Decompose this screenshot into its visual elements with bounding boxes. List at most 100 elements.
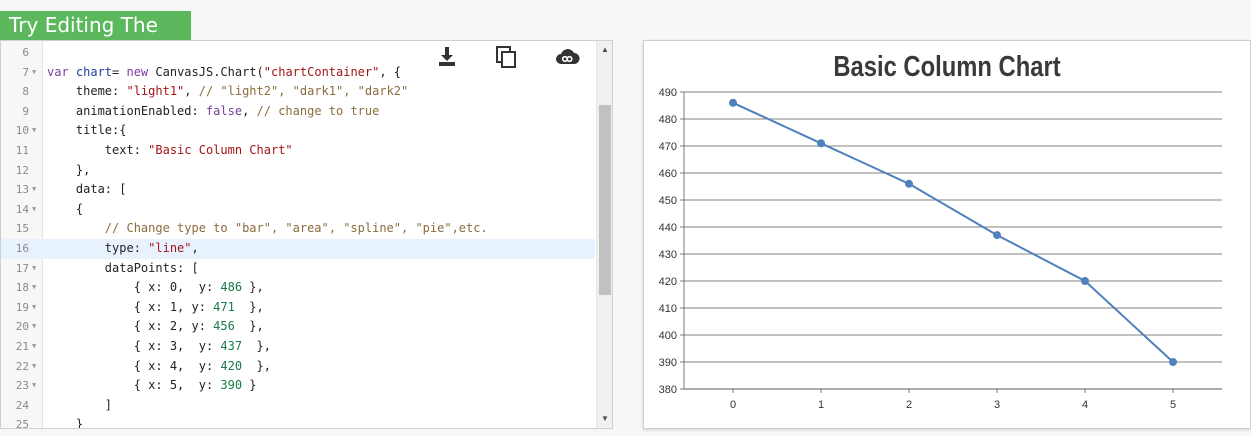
y-tick-label: 480	[659, 114, 677, 126]
code-text: { x: 5, y: 390 }	[47, 378, 257, 393]
code-line[interactable]: 17 ▼ dataPoints: [	[1, 259, 595, 279]
y-tick-label: 410	[659, 303, 677, 315]
fold-arrow-icon[interactable]: ▼	[32, 180, 36, 200]
x-tick-label: 4	[1082, 399, 1088, 411]
y-tick-label: 490	[659, 87, 677, 99]
code-line[interactable]: 19 ▼ { x: 1, y: 471 },	[1, 298, 595, 318]
code-line[interactable]: 18 ▼ { x: 0, y: 486 },	[1, 278, 595, 298]
code-line[interactable]: 16 type: "line",	[1, 239, 595, 259]
line-number: 12	[15, 163, 29, 177]
code-line[interactable]: 25 }	[1, 415, 595, 429]
fold-arrow-icon[interactable]: ▼	[32, 200, 36, 220]
editor-scrollbar[interactable]: ▲ ▼	[596, 41, 612, 428]
y-tick-label: 450	[659, 195, 677, 207]
code-line[interactable]: 23 ▼ { x: 5, y: 390 }	[1, 376, 595, 396]
code-text: data: [	[47, 182, 127, 197]
scroll-up-arrow-icon[interactable]: ▲	[600, 45, 610, 55]
fold-arrow-icon[interactable]: ▼	[32, 317, 36, 337]
line-number: 15	[15, 222, 29, 236]
line-number: 20	[15, 320, 29, 334]
line-number: 11	[15, 144, 29, 157]
y-tick-label: 380	[659, 384, 677, 396]
scroll-down-arrow-icon[interactable]: ▼	[600, 414, 610, 424]
data-point	[1081, 277, 1089, 285]
x-tick-label: 5	[1170, 399, 1176, 411]
fold-arrow-icon[interactable]: ▼	[32, 376, 36, 396]
data-point	[1169, 358, 1177, 366]
code-line[interactable]: 13 ▼ data: [	[1, 180, 595, 200]
line-chart: 380 390 400 410 420 430 440 450 460 470 480 490 0 1 2 3…	[659, 87, 1222, 411]
line-number: 7	[22, 65, 29, 79]
code-text: dataPoints: [	[47, 260, 199, 275]
fold-arrow-icon[interactable]: ▼	[32, 63, 36, 83]
code-text: // Change type to "bar", "area", "spline…	[47, 221, 488, 236]
line-number: 6	[22, 46, 29, 59]
code-text: var chart= new CanvasJS.Chart("chartCont…	[47, 64, 402, 79]
y-tick-label: 400	[659, 330, 677, 342]
code-line[interactable]: 12 },	[1, 161, 595, 181]
code-text: animationEnabled: false, // change to tr…	[47, 103, 380, 118]
code-line[interactable]: 20 ▼ { x: 2, y: 456 },	[1, 317, 595, 337]
fold-arrow-icon[interactable]: ▼	[32, 357, 36, 377]
line-number: 22	[15, 359, 29, 373]
code-line[interactable]: 22 ▼ { x: 4, y: 420 },	[1, 357, 595, 377]
y-tick-label: 440	[659, 222, 677, 234]
share-link-icon[interactable]	[554, 44, 580, 70]
code-text: },	[47, 162, 91, 177]
code-line[interactable]: 10 ▼ title:{	[1, 121, 595, 141]
line-number: 16	[15, 242, 29, 255]
y-tick-label: 460	[659, 168, 677, 180]
series-line	[732, 101, 1174, 363]
code-line[interactable]: 15 // Change type to "bar", "area", "spl…	[1, 219, 595, 239]
code-line[interactable]: 24 ]	[1, 396, 595, 416]
x-tick-label: 0	[730, 399, 736, 411]
code-editor[interactable]: 6 7 ▼ var chart= new CanvasJS.Chart("chartC…	[0, 40, 613, 429]
fold-arrow-icon[interactable]: ▼	[32, 121, 36, 141]
line-number: 14	[15, 202, 29, 216]
chart-title: Basic Column Chart	[833, 51, 1061, 83]
download-icon[interactable]	[434, 44, 460, 70]
line-number: 24	[15, 398, 29, 412]
fold-arrow-icon[interactable]: ▼	[32, 298, 36, 318]
code-text: { x: 3, y: 437 },	[47, 339, 271, 353]
code-line[interactable]: 14 ▼ {	[1, 200, 595, 220]
code-text: {	[47, 201, 84, 216]
try-editing-banner: Try Editing The Code	[0, 11, 191, 66]
line-number: 9	[22, 104, 29, 118]
fold-arrow-icon[interactable]: ▼	[32, 337, 36, 357]
code-line[interactable]: 21 ▼ { x: 3, y: 437 },	[1, 337, 595, 357]
line-number: 8	[22, 85, 29, 99]
code-text: type: "line",	[47, 241, 199, 255]
data-point	[993, 231, 1001, 240]
line-number: 21	[15, 340, 29, 353]
code-text: { x: 1, y: 471 },	[47, 299, 264, 314]
copy-icon[interactable]	[493, 44, 519, 70]
y-tick-label: 390	[659, 357, 677, 369]
code-line[interactable]: 11 text: "Basic Column Chart"	[1, 141, 595, 161]
line-number: 19	[15, 300, 29, 314]
line-number: 18	[15, 281, 29, 295]
code-text: { x: 0, y: 486 },	[47, 280, 264, 295]
line-number: 13	[15, 183, 29, 197]
fold-arrow-icon[interactable]: ▼	[32, 259, 36, 279]
scroll-thumb[interactable]	[599, 105, 611, 295]
code-line[interactable]: 8 theme: "light1", // "light2", "dark1",…	[1, 82, 595, 102]
data-point	[817, 139, 825, 148]
code-text: { x: 2, y: 456 },	[47, 319, 264, 334]
x-tick-label: 3	[994, 399, 1000, 411]
line-number: 17	[15, 261, 29, 275]
fold-arrow-icon[interactable]: ▼	[32, 278, 36, 298]
y-tick-label: 420	[659, 276, 677, 288]
line-number: 23	[15, 379, 29, 393]
code-text: }	[47, 417, 84, 429]
code-text: text: "Basic Column Chart"	[47, 143, 293, 157]
code-line[interactable]: 9 animationEnabled: false, // change to …	[1, 102, 595, 122]
line-number: 25	[15, 418, 29, 429]
line-number: 10	[15, 124, 29, 138]
chart-panel: Basic Column Chart 380 390 400 410 420 430 440…	[643, 40, 1251, 429]
y-tick-label: 470	[659, 141, 677, 153]
code-text: title:{	[47, 123, 127, 138]
code-text: theme: "light1", // "light2", "dark1", "…	[47, 84, 409, 99]
code-text: { x: 4, y: 420 },	[47, 358, 271, 373]
y-tick-label: 430	[659, 249, 677, 261]
